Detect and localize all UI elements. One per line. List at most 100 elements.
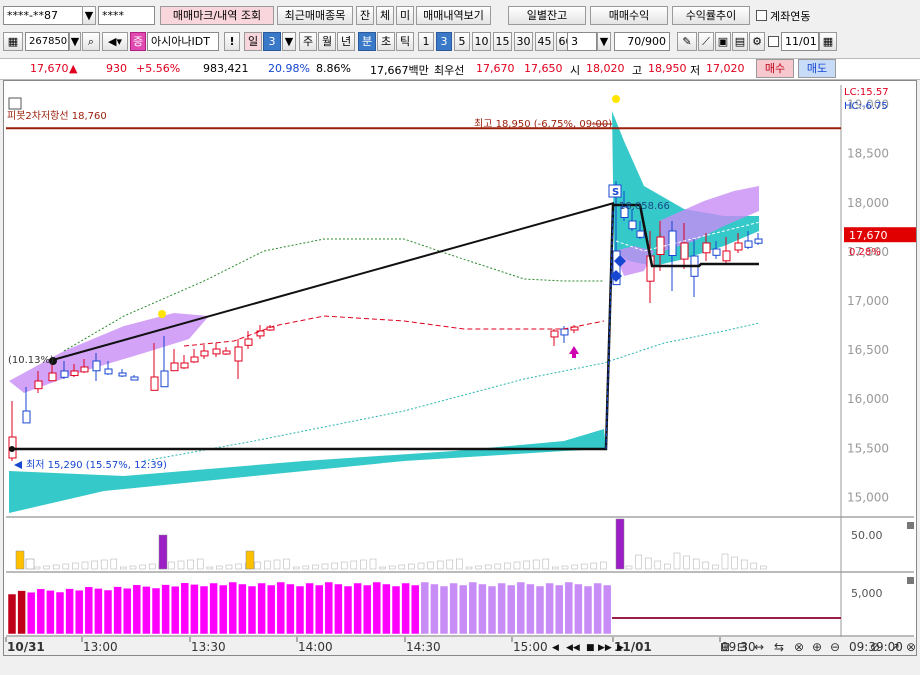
grid-menu-icon[interactable]: ▦ xyxy=(3,32,23,51)
candle-body xyxy=(702,242,711,254)
indicator-bar xyxy=(113,586,122,635)
period-second-tab[interactable]: 초 xyxy=(377,32,395,51)
indicator-bar xyxy=(295,585,305,635)
period-week-tab[interactable]: 주 xyxy=(299,32,317,51)
volume-bar xyxy=(427,561,434,570)
current-price-label: 17,670 xyxy=(849,229,888,242)
interval-button-5[interactable]: 5 xyxy=(454,32,470,51)
indicator-bar xyxy=(238,583,247,635)
account-dropdown-button[interactable]: ▼ xyxy=(82,6,96,25)
calendar-icon[interactable]: ▦ xyxy=(819,32,837,51)
profit-trend-button[interactable]: 수익률추이 xyxy=(672,6,750,25)
volume-bar xyxy=(721,553,729,570)
interval-dropdown-button[interactable]: ▼ xyxy=(597,32,611,51)
signal-marker xyxy=(158,310,166,318)
volume-bar xyxy=(625,565,633,570)
trend-point xyxy=(9,446,15,452)
x-tick-label: 13:00 xyxy=(83,640,118,654)
candle-body xyxy=(244,338,253,346)
chevron-down-icon: ▼ xyxy=(284,35,294,48)
low-label: 저 xyxy=(690,64,701,77)
indicator-bar xyxy=(516,581,526,635)
recent-items-button[interactable]: 최근매매종목 xyxy=(277,6,353,25)
indicator-bar xyxy=(430,583,439,635)
volume-bar xyxy=(292,566,300,570)
date-input[interactable]: 11/01 xyxy=(781,32,819,51)
interval-input[interactable]: 3 xyxy=(567,32,597,51)
indicator-bar xyxy=(247,585,257,635)
interval-button-45[interactable]: 45 xyxy=(535,32,554,51)
indicator-bar xyxy=(190,584,199,635)
buy-button[interactable]: 매수 xyxy=(756,59,794,78)
indicator-bar xyxy=(420,581,430,635)
add-icon: ⊕ xyxy=(812,640,822,654)
password-field[interactable]: **** xyxy=(98,6,155,25)
interval-button-1[interactable]: 1 xyxy=(418,32,434,51)
volume-bar xyxy=(475,565,482,570)
daily-balance-button[interactable]: 일별잔고 xyxy=(508,6,586,25)
sell-button[interactable]: 매도 xyxy=(798,59,836,78)
period-year-tab[interactable]: 년 xyxy=(337,32,355,51)
volume-bar xyxy=(542,558,550,570)
period-day-tab[interactable]: 일 xyxy=(244,32,262,51)
execution-tab-button[interactable]: 체 xyxy=(376,6,394,25)
unfilled-tab-button[interactable]: 미 xyxy=(396,6,414,25)
trade-history-button[interactable]: 매매내역보기 xyxy=(416,6,491,25)
close-icon xyxy=(907,522,914,529)
balance-tab-button[interactable]: 잔 xyxy=(356,6,374,25)
tools-icon[interactable]: ✎ xyxy=(677,32,697,51)
indicator-bar xyxy=(468,581,478,635)
alert-button[interactable]: ! xyxy=(224,32,240,51)
interval-button-30[interactable]: 30 xyxy=(514,32,533,51)
candle-body xyxy=(104,368,113,375)
bar-count-field[interactable]: 70/900 xyxy=(614,32,670,51)
volume-bar xyxy=(600,561,607,570)
candle-body xyxy=(22,410,31,424)
volume-bar xyxy=(692,558,700,570)
volume-bar xyxy=(302,565,310,570)
candle-body xyxy=(48,372,57,382)
low-annotation: 최저 15,290 (15.57%, 12:39) xyxy=(26,459,167,471)
indicator-bar xyxy=(526,583,535,635)
zoom-out-icon: ⊟ xyxy=(737,640,747,654)
stock-code-input[interactable]: 267850 xyxy=(25,32,69,51)
save-icon[interactable]: ▤ xyxy=(732,32,748,51)
indicator-bar xyxy=(122,587,132,635)
account-link-checkbox[interactable] xyxy=(756,10,767,21)
period-dropdown-button[interactable]: ▼ xyxy=(282,32,296,51)
indicator-bar xyxy=(487,585,497,635)
price-chart-svg[interactable]: 19,00018,50018,00017,50017,00016,50016,0… xyxy=(4,81,916,655)
trade-profit-button[interactable]: 매매수익 xyxy=(590,6,668,25)
period-minute-tab[interactable]: 분 xyxy=(358,32,376,51)
indicator-bar xyxy=(602,584,612,635)
code-dropdown-button[interactable]: ▼ xyxy=(69,32,81,51)
account-select[interactable]: ****-**87 xyxy=(3,6,83,25)
indicator-bar xyxy=(161,584,170,635)
interval-button-3[interactable]: 3 xyxy=(436,32,452,51)
chart-type-icon[interactable]: ⟋ xyxy=(698,32,714,51)
date-checkbox[interactable] xyxy=(768,36,779,47)
interval-button-15[interactable]: 15 xyxy=(493,32,512,51)
best-ask-price: 17,670 xyxy=(476,62,515,75)
lc-label: LC:15.57 xyxy=(844,87,889,98)
search-icon[interactable]: ⌕ xyxy=(82,32,100,51)
toolbar-row-1: ****-**87 ▼ **** 매매마크/내역 조회 최근매매종목 잔 체 미… xyxy=(0,4,920,26)
stop-icon: ■ xyxy=(586,643,595,653)
trade-marks-button[interactable]: 매매마크/내역 조회 xyxy=(160,6,274,25)
indicator-bar xyxy=(324,581,334,635)
chevron-down-icon: ▼ xyxy=(599,35,609,48)
volume-bar xyxy=(100,559,108,570)
speaker-icon[interactable]: ◀▾ xyxy=(102,32,128,51)
indicator-bar xyxy=(286,583,295,635)
period-month-tab[interactable]: 월 xyxy=(318,32,336,51)
interval-button-10[interactable]: 10 xyxy=(472,32,491,51)
period-tick-tab[interactable]: 틱 xyxy=(396,32,414,51)
period-day-count[interactable]: 3 xyxy=(263,32,281,51)
chart-panel[interactable]: 19,000 18,500 18,000 17,500 17,000 16,500 16,0… xyxy=(3,80,917,656)
candle-body xyxy=(60,370,69,378)
image-icon[interactable]: ▣ xyxy=(715,32,731,51)
volume-bar xyxy=(187,559,194,570)
gear-icon[interactable]: ⚙ xyxy=(749,32,765,51)
stock-name-field[interactable]: 아시아나IDT xyxy=(147,32,219,51)
scroll-right-icon: ▶ xyxy=(617,643,624,653)
